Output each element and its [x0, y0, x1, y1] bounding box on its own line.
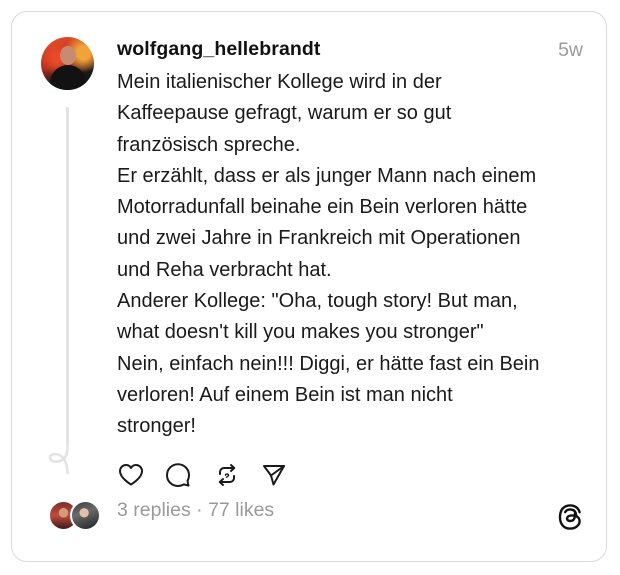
post-text-line: Anderer Kollege: "Oha, tough story! But … — [117, 290, 518, 313]
author-avatar[interactable] — [41, 37, 94, 90]
post-text-line: Er erzählt, dass er als junger Mann nach… — [117, 164, 537, 187]
thread-loop-icon — [48, 444, 69, 474]
heart-icon — [119, 464, 143, 486]
likes-count-link[interactable]: 77 likes — [208, 499, 274, 521]
like-button[interactable] — [117, 461, 145, 489]
post-text-line: und zwei Jahre in Frankreich mit Operati… — [117, 227, 521, 250]
replier-avatars[interactable] — [48, 500, 104, 531]
post-body: Mein italienischer Kollege wird in der K… — [117, 67, 597, 443]
stats-separator: · — [190, 499, 209, 521]
thread-line — [66, 107, 69, 445]
post-text-line: Nein, einfach nein!!! Diggi, er hätte fa… — [117, 352, 540, 375]
threads-logo-icon[interactable] — [557, 503, 583, 531]
repost-button[interactable] — [213, 461, 241, 489]
post-text-line: und Reha verbracht hat. — [117, 258, 332, 281]
post-text-line: what doesn't kill you makes you stronger… — [117, 321, 484, 344]
post-text-line: Mein italienischer Kollege wird in der — [117, 71, 442, 93]
post-text-line: stronger! — [117, 415, 196, 438]
avatar-body — [50, 65, 86, 90]
replies-count-link[interactable]: 3 replies — [117, 499, 191, 521]
repost-icon — [218, 464, 236, 486]
post-text-line: französisch spreche. — [117, 133, 301, 156]
post-text-line: verloren! Auf einem Bein ist man nicht — [117, 383, 453, 406]
replier-avatar — [70, 500, 101, 531]
comment-icon — [166, 463, 190, 487]
avatar-head — [60, 46, 76, 65]
post-stats: 3 replies · 77 likes — [117, 499, 274, 522]
post-text-line: Motorradunfall beinahe ein Bein verloren… — [117, 196, 528, 219]
post-text-line: Kaffeepause gefragt, warum er so gut — [117, 102, 452, 125]
reply-button[interactable] — [164, 461, 192, 489]
send-icon — [263, 465, 285, 486]
author-username[interactable]: wolfgang_hellebrandt — [117, 38, 321, 61]
post-timestamp: 5w — [558, 39, 583, 61]
share-button[interactable] — [260, 461, 288, 489]
